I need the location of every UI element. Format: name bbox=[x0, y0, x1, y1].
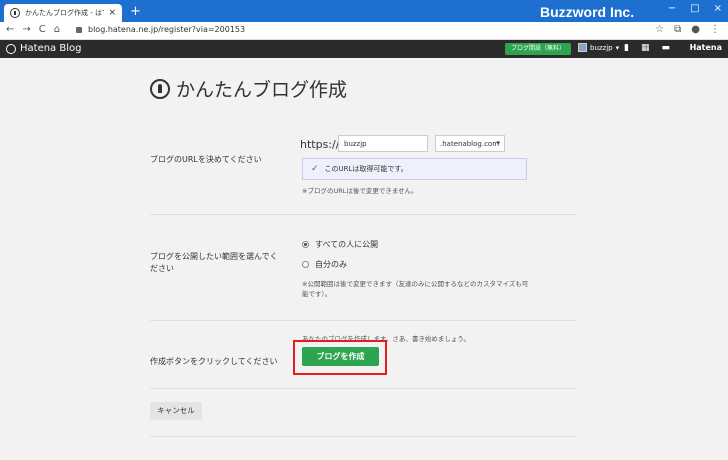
hatena-link[interactable]: Hatena bbox=[690, 43, 722, 52]
url-available-notice: ✓ このURLは取得可能です。 bbox=[302, 158, 527, 180]
hatena-pen-icon bbox=[6, 43, 16, 54]
radio-button-icon bbox=[302, 261, 309, 268]
domain-selected-value: .hatenablog.com bbox=[440, 140, 500, 148]
notification-icon[interactable]: ▬ bbox=[661, 43, 670, 53]
hatena-favicon-icon bbox=[10, 8, 20, 18]
radio-button-icon bbox=[302, 241, 309, 248]
menu-icon[interactable]: ⋮ bbox=[710, 24, 720, 35]
open-blog-button[interactable]: ブログ開設（無料） bbox=[505, 43, 571, 55]
url-note: ※ブログのURLは後で変更できません。 bbox=[302, 187, 418, 195]
close-window-icon[interactable]: × bbox=[714, 3, 722, 14]
bookmark-star-icon[interactable]: ☆ bbox=[655, 24, 664, 35]
extension-icon[interactable]: ⧉ bbox=[674, 24, 681, 35]
user-menu[interactable]: buzzjp ▾ bbox=[578, 43, 619, 52]
page-heading: かんたんブログ作成 bbox=[176, 79, 348, 101]
radio-public[interactable]: すべての人に公開 bbox=[302, 239, 378, 250]
header-icons: ▮ ▦ ▬ bbox=[624, 43, 670, 53]
reload-icon[interactable]: C bbox=[39, 24, 46, 35]
page-title: かんたんブログ作成 bbox=[150, 75, 347, 102]
radio-label: すべての人に公開 bbox=[315, 240, 379, 249]
nav-buttons: ← → C ⌂ bbox=[6, 24, 60, 35]
visibility-section-label: ブログを公開したい範囲を選んでください bbox=[150, 252, 278, 273]
section-divider bbox=[150, 320, 576, 321]
create-section-label: 作成ボタンをクリックしてください bbox=[150, 357, 278, 366]
address-bar: ← → C ⌂ blog.hatena.ne.jp/register?via=2… bbox=[0, 22, 728, 40]
check-icon: ✓ bbox=[311, 164, 319, 174]
section-divider bbox=[150, 388, 576, 389]
avatar bbox=[578, 43, 587, 52]
radio-label: 自分のみ bbox=[315, 260, 347, 269]
window-controls: − □ × bbox=[668, 3, 722, 14]
notice-text: このURLは取得可能です。 bbox=[324, 165, 408, 173]
hatena-blog-icon bbox=[150, 78, 170, 99]
radio-private[interactable]: 自分のみ bbox=[302, 259, 347, 270]
new-tab-button[interactable]: + bbox=[130, 5, 141, 18]
forward-icon[interactable]: → bbox=[22, 24, 30, 35]
tab-close-icon[interactable]: × bbox=[108, 8, 116, 18]
minimize-icon[interactable]: − bbox=[668, 3, 676, 14]
toolbar-icons: ☆ ⧉ ● ⋮ bbox=[655, 24, 720, 35]
subdomain-input[interactable]: buzzjp bbox=[338, 135, 428, 152]
grid-menu-icon[interactable]: ▦ bbox=[641, 43, 650, 53]
domain-select[interactable]: .hatenablog.com ▾ bbox=[435, 135, 505, 152]
cancel-button[interactable]: キャンセル bbox=[150, 402, 202, 420]
browser-tab-strip: かんたんブログ作成 - はてなブログ × + Buzzword Inc. − □… bbox=[0, 0, 728, 22]
chevron-down-icon: ▾ bbox=[496, 139, 500, 147]
chevron-down-icon: ▾ bbox=[615, 43, 620, 52]
profile-icon[interactable]: ● bbox=[691, 24, 700, 35]
url-field[interactable]: blog.hatena.ne.jp/register?via=200153 bbox=[88, 25, 245, 34]
back-icon[interactable]: ← bbox=[6, 24, 14, 35]
url-scheme: https:// bbox=[300, 138, 340, 151]
highlight-annotation bbox=[293, 340, 387, 375]
username: buzzjp bbox=[590, 43, 613, 52]
register-page: かんたんブログ作成 ブログのURLを決めてください https:// buzzj… bbox=[0, 58, 728, 460]
logo-text: Hatena Blog bbox=[20, 43, 82, 54]
home-icon[interactable]: ⌂ bbox=[54, 24, 60, 35]
visibility-note: ※公開範囲は後で変更できます（友達のみに公開するなどのカスタマイズも可能です）。 bbox=[302, 280, 529, 298]
brand-watermark: Buzzword Inc. bbox=[540, 4, 635, 20]
maximize-icon[interactable]: □ bbox=[690, 3, 699, 14]
tab-title: かんたんブログ作成 - はてなブログ bbox=[25, 9, 104, 17]
bookmark-icon[interactable]: ▮ bbox=[624, 43, 629, 53]
browser-tab[interactable]: かんたんブログ作成 - はてなブログ × bbox=[4, 4, 122, 22]
lock-icon bbox=[76, 27, 82, 33]
url-section-label: ブログのURLを決めてください bbox=[150, 155, 262, 164]
hatena-header: Hatena Blog ブログ開設（無料） buzzjp ▾ ▮ ▦ ▬ Hat… bbox=[0, 40, 728, 58]
section-divider bbox=[150, 214, 576, 215]
section-divider bbox=[150, 436, 576, 437]
hatena-blog-logo[interactable]: Hatena Blog bbox=[6, 43, 81, 54]
